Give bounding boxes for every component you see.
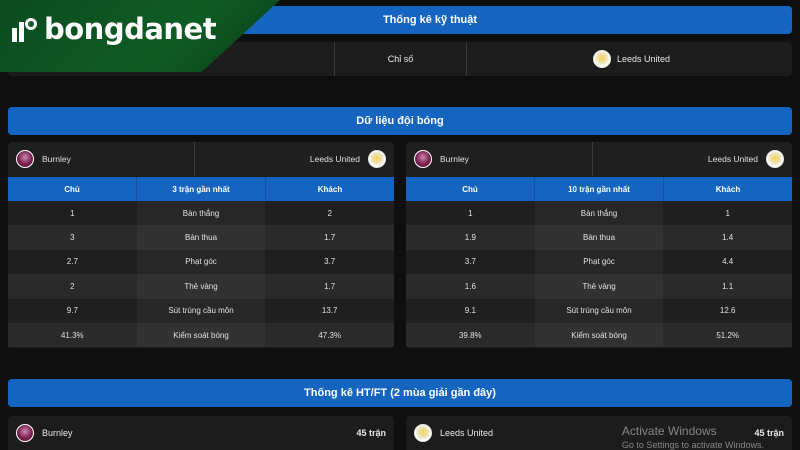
metric-label: Kiểm soát bóng bbox=[136, 322, 266, 348]
team-data-title-text: Dữ liệu đội bóng bbox=[356, 115, 444, 127]
recent3-table-header: Chủ 3 trận gần nhất Khách bbox=[8, 177, 394, 201]
htft-home-count: 45 trận bbox=[356, 428, 386, 438]
away-value: 1.7 bbox=[324, 281, 336, 291]
logo-brand-text: bongdanet bbox=[44, 12, 217, 46]
metric-label: Sút trúng cầu môn bbox=[534, 298, 664, 323]
recent10-home: Burnley bbox=[406, 142, 593, 176]
home-value: 2.7 bbox=[66, 257, 78, 267]
recent3-table: Chủ 3 trận gần nhất Khách 1 Bàn thắng 2 3 B… bbox=[8, 177, 394, 348]
burnley-crest-icon bbox=[414, 150, 432, 168]
burnley-crest-icon bbox=[16, 150, 34, 168]
away-value: 2 bbox=[327, 208, 332, 218]
home-value: 9.1 bbox=[464, 306, 476, 316]
table-row: 3.7 Phạt góc 4.4 bbox=[406, 249, 792, 275]
away-value: 47.3% bbox=[318, 330, 342, 340]
metric-label: Thẻ vàng bbox=[136, 274, 266, 299]
htft-home-row: Burnley 45 trận bbox=[8, 416, 394, 450]
away-value: 1.1 bbox=[722, 281, 734, 291]
home-value: 3 bbox=[70, 233, 75, 243]
home-value: 1.9 bbox=[464, 233, 476, 243]
recent10-table-header: Chủ 10 trận gần nhất Khách bbox=[406, 177, 792, 201]
recent10-home-team: Burnley bbox=[440, 154, 469, 164]
col-metric: 3 trận gần nhất bbox=[137, 177, 266, 201]
metric-label: Phạt góc bbox=[534, 249, 664, 275]
away-value: 4.4 bbox=[722, 257, 734, 267]
tech-stats-title-text: Thống kê kỹ thuật bbox=[382, 14, 478, 26]
table-row: 2 Thẻ vàng 1.7 bbox=[8, 274, 394, 299]
leeds-crest-icon bbox=[368, 150, 386, 168]
table-row: 9.1 Sút trúng cầu môn 12.6 bbox=[406, 298, 792, 323]
watermark-line2: Go to Settings to activate Windows. bbox=[621, 440, 764, 450]
home-value: 1.6 bbox=[464, 281, 476, 291]
col-away: Khách bbox=[317, 184, 343, 194]
col-home: Chủ bbox=[8, 177, 137, 201]
leeds-crest-icon bbox=[766, 150, 784, 168]
away-value: 1 bbox=[725, 208, 730, 218]
table-row: 1.6 Thẻ vàng 1.1 bbox=[406, 274, 792, 299]
recent3-home-team: Burnley bbox=[42, 154, 71, 164]
table-row: 1.9 Bàn thua 1.4 bbox=[406, 225, 792, 250]
away-value: 1.4 bbox=[722, 233, 734, 243]
home-value: 9.7 bbox=[66, 306, 78, 316]
away-value: 3.7 bbox=[324, 257, 336, 267]
leeds-crest-icon bbox=[414, 424, 432, 442]
home-value: 39.8% bbox=[458, 330, 482, 340]
home-value: 1 bbox=[70, 208, 75, 218]
col-away: Khách bbox=[715, 184, 741, 194]
htft-away-team: Leeds United bbox=[440, 428, 494, 438]
away-value: 51.2% bbox=[716, 330, 740, 340]
col-home: Chủ bbox=[406, 177, 535, 201]
recent3-team-head: Burnley Leeds United bbox=[8, 142, 394, 176]
metric-label: Bàn thắng bbox=[534, 201, 664, 226]
home-value: 3.7 bbox=[464, 257, 476, 267]
recent3-away-team: Leeds United bbox=[309, 154, 360, 164]
recent10-team-head: Burnley Leeds United bbox=[406, 142, 792, 176]
metric-label: Bàn thua bbox=[534, 225, 664, 250]
home-value: 2 bbox=[70, 281, 75, 291]
table-row: 1 Bàn thắng 2 bbox=[8, 201, 394, 226]
table-row: 9.7 Sút trúng cầu môn 13.7 bbox=[8, 298, 394, 323]
tech-away-team: Leeds United bbox=[617, 54, 671, 64]
metric-label: Phạt góc bbox=[136, 249, 266, 275]
away-value: 1.7 bbox=[324, 233, 336, 243]
metric-label: Kiểm soát bóng bbox=[534, 322, 664, 348]
team-data-title: Dữ liệu đội bóng bbox=[8, 107, 792, 135]
table-row: 1 Bàn thắng 1 bbox=[406, 201, 792, 226]
tech-away-cell: Leeds United bbox=[467, 42, 792, 76]
table-row: 39.8% Kiểm soát bóng 51.2% bbox=[406, 322, 792, 348]
recent3-home: Burnley bbox=[8, 142, 195, 176]
away-value: 13.7 bbox=[321, 306, 338, 316]
metric-label: Bàn thắng bbox=[136, 201, 266, 226]
recent3-away: Leeds United bbox=[195, 142, 394, 176]
logo-chart-icon bbox=[12, 18, 37, 42]
tech-index-cell: Chỉ số bbox=[335, 42, 467, 76]
burnley-crest-icon bbox=[16, 424, 34, 442]
metric-label: Sút trúng cầu môn bbox=[136, 298, 266, 323]
htft-title: Thống kê HT/FT (2 mùa giải gần đây) bbox=[8, 379, 792, 407]
htft-home-team: Burnley bbox=[42, 428, 73, 438]
htft-title-text: Thống kê HT/FT (2 mùa giải gần đây) bbox=[304, 387, 496, 399]
activate-windows-watermark: Activate Windows Go to Settings to activ… bbox=[622, 424, 764, 450]
recent10-table: Chủ 10 trận gần nhất Khách 1 Bàn thắng 1 1… bbox=[406, 177, 792, 348]
leeds-crest-icon bbox=[593, 50, 611, 68]
table-row: 41.3% Kiểm soát bóng 47.3% bbox=[8, 322, 394, 348]
recent10-away: Leeds United bbox=[593, 142, 792, 176]
table-row: 3 Bàn thua 1.7 bbox=[8, 225, 394, 250]
tech-index-label: Chỉ số bbox=[387, 54, 414, 64]
metric-label: Thẻ vàng bbox=[534, 274, 664, 299]
recent10-away-team: Leeds United bbox=[707, 154, 758, 164]
col-metric: 10 trận gần nhất bbox=[535, 177, 664, 201]
away-value: 12.6 bbox=[719, 306, 736, 316]
watermark-line1: Activate Windows bbox=[621, 424, 717, 438]
home-value: 1 bbox=[468, 208, 473, 218]
table-row: 2.7 Phạt góc 3.7 bbox=[8, 249, 394, 275]
metric-label: Bàn thua bbox=[136, 225, 266, 250]
home-value: 41.3% bbox=[60, 330, 84, 340]
